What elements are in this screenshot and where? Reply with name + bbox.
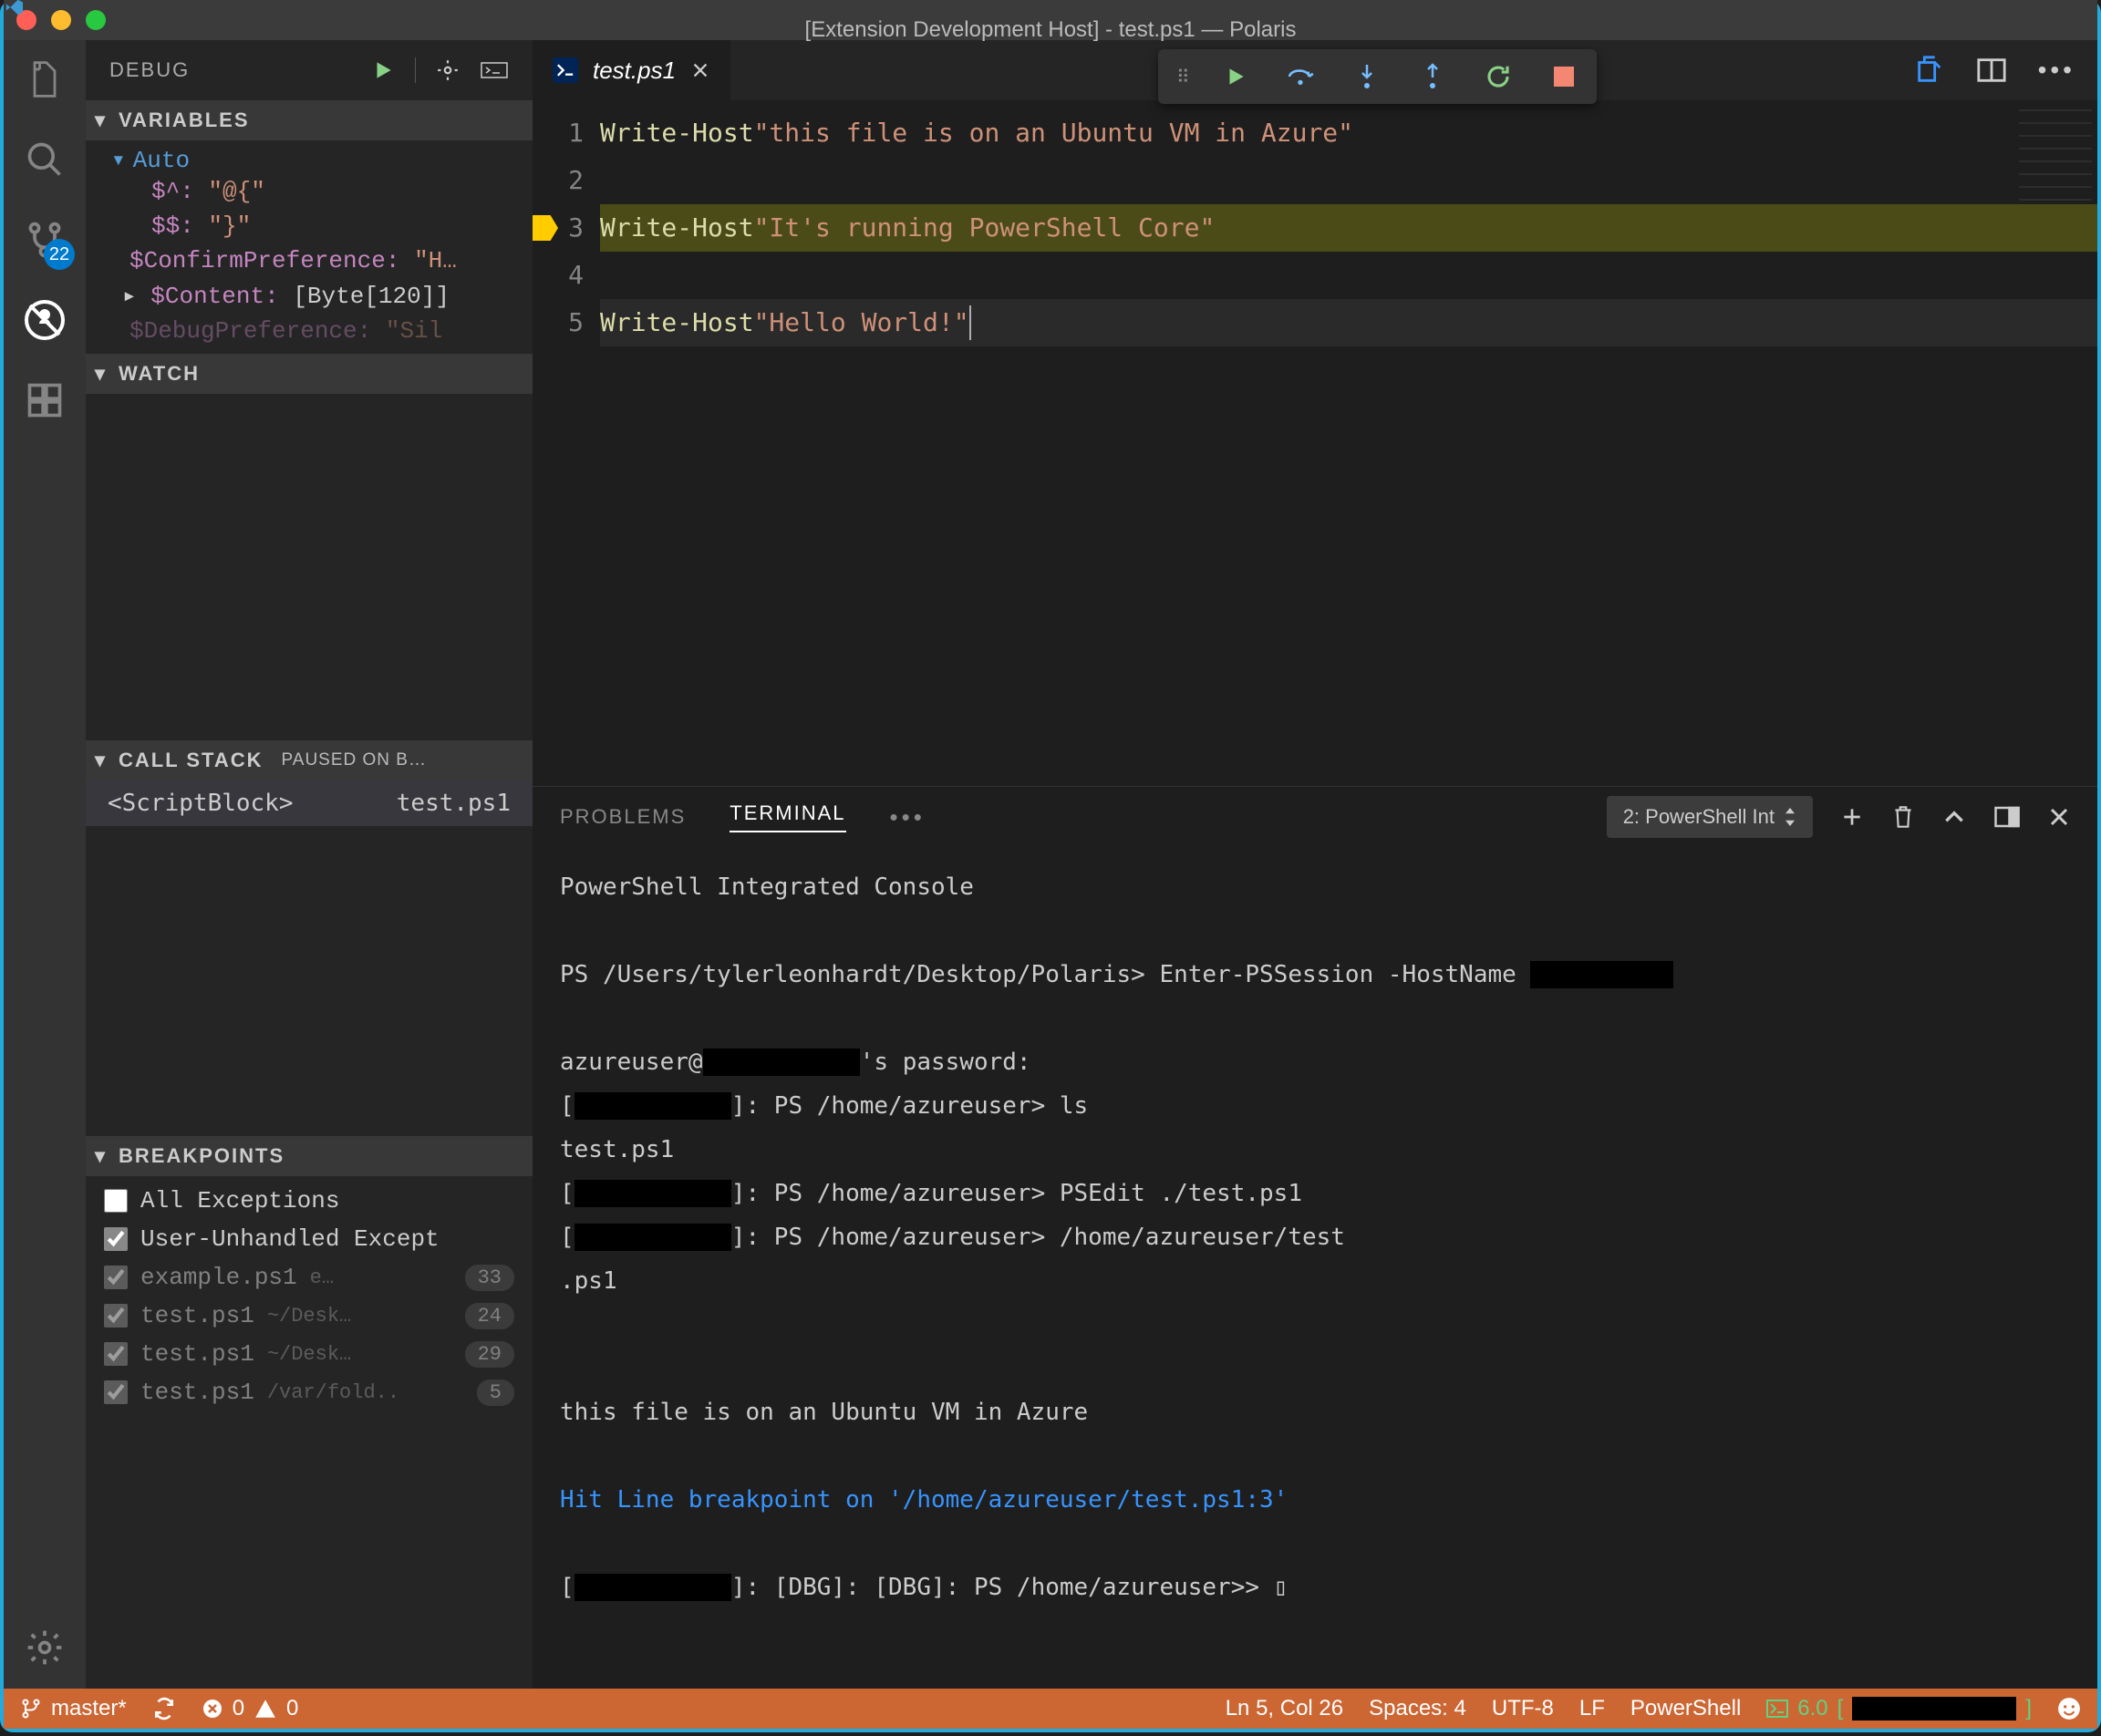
- new-terminal-icon[interactable]: [1840, 805, 1864, 829]
- language-mode[interactable]: PowerShell: [1630, 1696, 1741, 1721]
- breakpoints-section: ▾BREAKPOINTS All ExceptionsUser-Unhandle…: [86, 1136, 533, 1417]
- status-bar: master* 0 0 Ln 5, Col 26 Spaces: 4 UTF-8…: [4, 1689, 2097, 1729]
- drag-handle-icon[interactable]: ⠿: [1176, 66, 1185, 88]
- powershell-status[interactable]: 6.0 []: [1766, 1696, 2032, 1721]
- tab-filename: test.ps1: [593, 57, 676, 85]
- variables-scope[interactable]: ▾ Auto: [86, 146, 533, 174]
- feedback-icon[interactable]: [2057, 1697, 2081, 1720]
- start-debug-icon[interactable]: [371, 58, 395, 82]
- minimap[interactable]: [2019, 109, 2092, 201]
- panel-more-icon[interactable]: •••: [890, 803, 926, 832]
- move-panel-icon[interactable]: [1993, 805, 2021, 829]
- sync-icon[interactable]: [152, 1697, 176, 1720]
- terminal-tab[interactable]: TERMINAL: [730, 801, 845, 832]
- close-panel-icon[interactable]: [2048, 806, 2070, 828]
- compare-changes-icon[interactable]: [1914, 55, 1945, 86]
- powershell-file-icon: [553, 57, 578, 83]
- eol-status[interactable]: LF: [1579, 1696, 1605, 1721]
- callstack-frame[interactable]: <ScriptBlock> test.ps1: [86, 780, 533, 826]
- extensions-icon[interactable]: [22, 377, 67, 423]
- close-tab-icon[interactable]: [690, 60, 710, 80]
- explorer-icon[interactable]: [22, 57, 67, 102]
- settings-gear-icon[interactable]: [22, 1625, 67, 1670]
- callstack-section: ▾CALL STACKPAUSED ON B… <ScriptBlock> te…: [86, 740, 533, 1136]
- debug-sidebar: DEBUG ▾ VARIABLES ▾ Auto $^: "@{" $$: "}…: [86, 40, 533, 1689]
- window-title: [Extension Development Host] - test.ps1 …: [4, 0, 2097, 43]
- bottom-panel: PROBLEMS TERMINAL ••• 2: PowerShell Int: [533, 786, 2097, 1689]
- step-over-icon[interactable]: [1287, 62, 1316, 91]
- callstack-title: CALL STACK: [119, 749, 264, 772]
- titlebar: [Extension Development Host] - test.ps1 …: [4, 0, 2097, 40]
- editor-group: test.ps1 ••• 12345 Write-Ho: [533, 40, 2097, 1689]
- breakpoints-title: BREAKPOINTS: [119, 1144, 285, 1168]
- activity-bar: 22: [4, 40, 86, 1689]
- terminal-selector[interactable]: 2: PowerShell Int: [1607, 796, 1813, 838]
- variables-title: VARIABLES: [119, 108, 250, 132]
- scm-badge: 22: [44, 239, 75, 270]
- breakpoint-item[interactable]: User-Unhandled Except: [86, 1220, 533, 1258]
- problems-status[interactable]: 0 0: [202, 1696, 299, 1721]
- kill-terminal-icon[interactable]: [1891, 803, 1915, 831]
- indentation-status[interactable]: Spaces: 4: [1369, 1696, 1466, 1721]
- debug-config-icon[interactable]: [436, 58, 460, 82]
- more-actions-icon[interactable]: •••: [2038, 56, 2075, 85]
- debug-toolbar[interactable]: ⠿: [1158, 49, 1597, 104]
- cursor-position[interactable]: Ln 5, Col 26: [1226, 1696, 1343, 1721]
- breakpoint-item[interactable]: test.ps1/var/fold..5: [86, 1373, 533, 1411]
- editor-tab[interactable]: test.ps1: [533, 40, 730, 100]
- step-into-icon[interactable]: [1352, 62, 1382, 91]
- watch-title: WATCH: [119, 362, 200, 386]
- debug-icon[interactable]: [22, 297, 67, 343]
- sidebar-title: DEBUG: [109, 58, 190, 82]
- terminal-output[interactable]: PowerShell Integrated Console PS /Users/…: [533, 847, 2097, 1689]
- breakpoint-item[interactable]: example.ps1e…33: [86, 1258, 533, 1297]
- restart-icon[interactable]: [1484, 62, 1513, 91]
- stop-icon[interactable]: [1549, 62, 1578, 91]
- split-editor-icon[interactable]: [1976, 57, 2007, 84]
- debug-console-icon[interactable]: [480, 59, 509, 81]
- maximize-panel-icon[interactable]: [1942, 805, 1966, 829]
- variables-section: ▾ VARIABLES ▾ Auto $^: "@{" $$: "}" $Con…: [86, 100, 533, 354]
- breakpoint-item[interactable]: test.ps1~/Desk…24: [86, 1297, 533, 1335]
- source-control-icon[interactable]: 22: [22, 217, 67, 263]
- step-out-icon[interactable]: [1418, 62, 1447, 91]
- code-editor[interactable]: 12345 Write-Host "this file is on an Ubu…: [533, 100, 2097, 786]
- breakpoint-item[interactable]: All Exceptions: [86, 1182, 533, 1220]
- problems-tab[interactable]: PROBLEMS: [560, 805, 686, 829]
- git-branch[interactable]: master*: [20, 1696, 127, 1721]
- encoding-status[interactable]: UTF-8: [1492, 1696, 1554, 1721]
- breakpoint-item[interactable]: test.ps1~/Desk…29: [86, 1335, 533, 1373]
- continue-icon[interactable]: [1221, 62, 1250, 91]
- search-icon[interactable]: [22, 137, 67, 182]
- watch-section: ▾WATCH: [86, 354, 533, 740]
